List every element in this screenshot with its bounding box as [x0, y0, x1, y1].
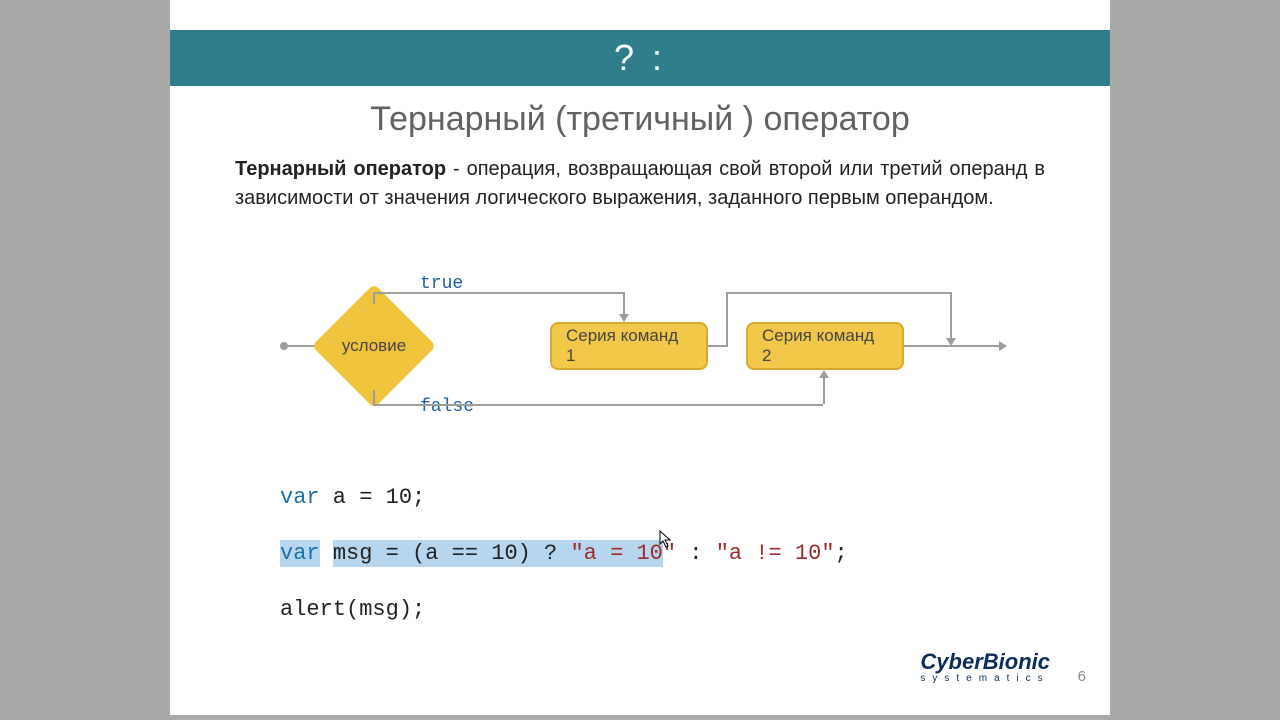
- string-literal: "a != 10": [716, 541, 835, 566]
- line: [623, 292, 625, 314]
- keyword-var: var: [280, 485, 320, 510]
- line: [823, 378, 825, 404]
- line: [726, 292, 950, 294]
- commands-box-1: Серия команд 1: [550, 322, 708, 370]
- code-text: ;: [835, 541, 848, 566]
- var-name: msg: [333, 540, 386, 567]
- condition-label: условие: [330, 302, 418, 390]
- code-line-2: var msg = (a == 10) ? "a = 10" : "a != 1…: [280, 526, 848, 582]
- true-label: true: [420, 274, 463, 294]
- line: [950, 292, 952, 338]
- commands-box-2: Серия команд 2: [746, 322, 904, 370]
- code-text: a = 10;: [320, 485, 426, 510]
- line: [373, 404, 823, 406]
- line: [708, 345, 726, 347]
- subtitle: Тернарный (третичный ) оператор: [170, 100, 1110, 139]
- title-bar: ? :: [170, 30, 1110, 86]
- description-bold: Тернарный оператор: [235, 158, 446, 180]
- logo: CyberBionic systematics: [920, 652, 1050, 683]
- line: [373, 390, 375, 404]
- logo-sub: systematics: [920, 674, 1050, 683]
- page-number: 6: [1078, 668, 1086, 685]
- code-line-3: alert(msg);: [280, 582, 848, 638]
- slide: ? : Тернарный (третичный ) оператор Терн…: [170, 0, 1110, 715]
- logo-main: CyberBionic: [920, 652, 1050, 672]
- code-text: = (a == 10) ?: [386, 541, 571, 566]
- string-literal: "a = 10: [570, 541, 662, 566]
- code-text: [320, 541, 333, 566]
- exit-arrow: [904, 345, 999, 347]
- code-line-1: var a = 10;: [280, 470, 848, 526]
- entry-dot: [280, 342, 288, 350]
- line: [726, 292, 728, 347]
- flowchart: условие true false Серия команд 1 Серия …: [270, 272, 1010, 427]
- line: [373, 292, 623, 294]
- title-text: ? :: [614, 37, 666, 79]
- description: Тернарный оператор - операция, возвращаю…: [235, 155, 1045, 213]
- code-block: var a = 10; var msg = (a == 10) ? "a = 1…: [280, 470, 848, 638]
- false-label: false: [420, 397, 474, 417]
- string-literal: ": [663, 541, 676, 566]
- keyword-var: var: [280, 541, 320, 566]
- code-text: :: [676, 541, 716, 566]
